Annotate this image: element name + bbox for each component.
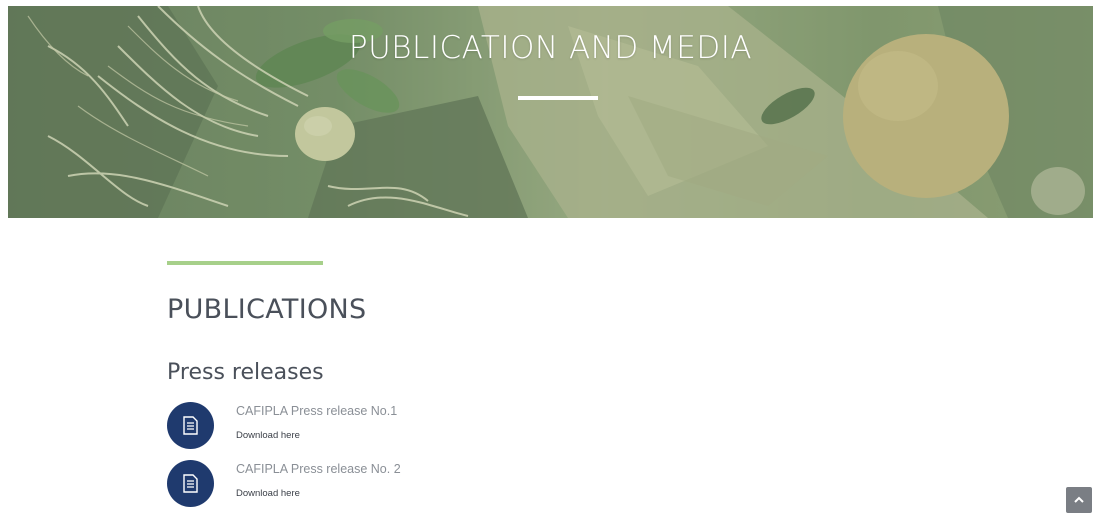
scroll-to-top-button[interactable]: [1066, 487, 1092, 513]
chevron-up-icon: [1074, 496, 1084, 503]
list-item-press-release-2: CAFIPLA Press release No. 2 Download her…: [167, 460, 487, 510]
download-link[interactable]: Download here: [236, 488, 300, 499]
page: PUBLICATION AND MEDIA PUBLICATIONS Press…: [0, 0, 1093, 513]
document-icon-badge[interactable]: [167, 402, 214, 449]
press-releases-heading: Press releases: [167, 360, 324, 385]
press-release-title: CAFIPLA Press release No.1: [236, 404, 398, 418]
press-release-title: CAFIPLA Press release No. 2: [236, 462, 401, 476]
list-item-press-release-1: CAFIPLA Press release No.1 Download here: [167, 402, 487, 452]
download-link[interactable]: Download here: [236, 430, 300, 441]
publications-heading: PUBLICATIONS: [167, 294, 367, 325]
document-icon: [183, 474, 198, 493]
section-accent-bar: [167, 261, 323, 265]
hero-banner: PUBLICATION AND MEDIA: [8, 6, 1093, 218]
page-title: PUBLICATION AND MEDIA: [348, 30, 753, 66]
hero-title-underline: [518, 96, 598, 100]
document-icon: [183, 416, 198, 435]
document-icon-badge[interactable]: [167, 460, 214, 507]
